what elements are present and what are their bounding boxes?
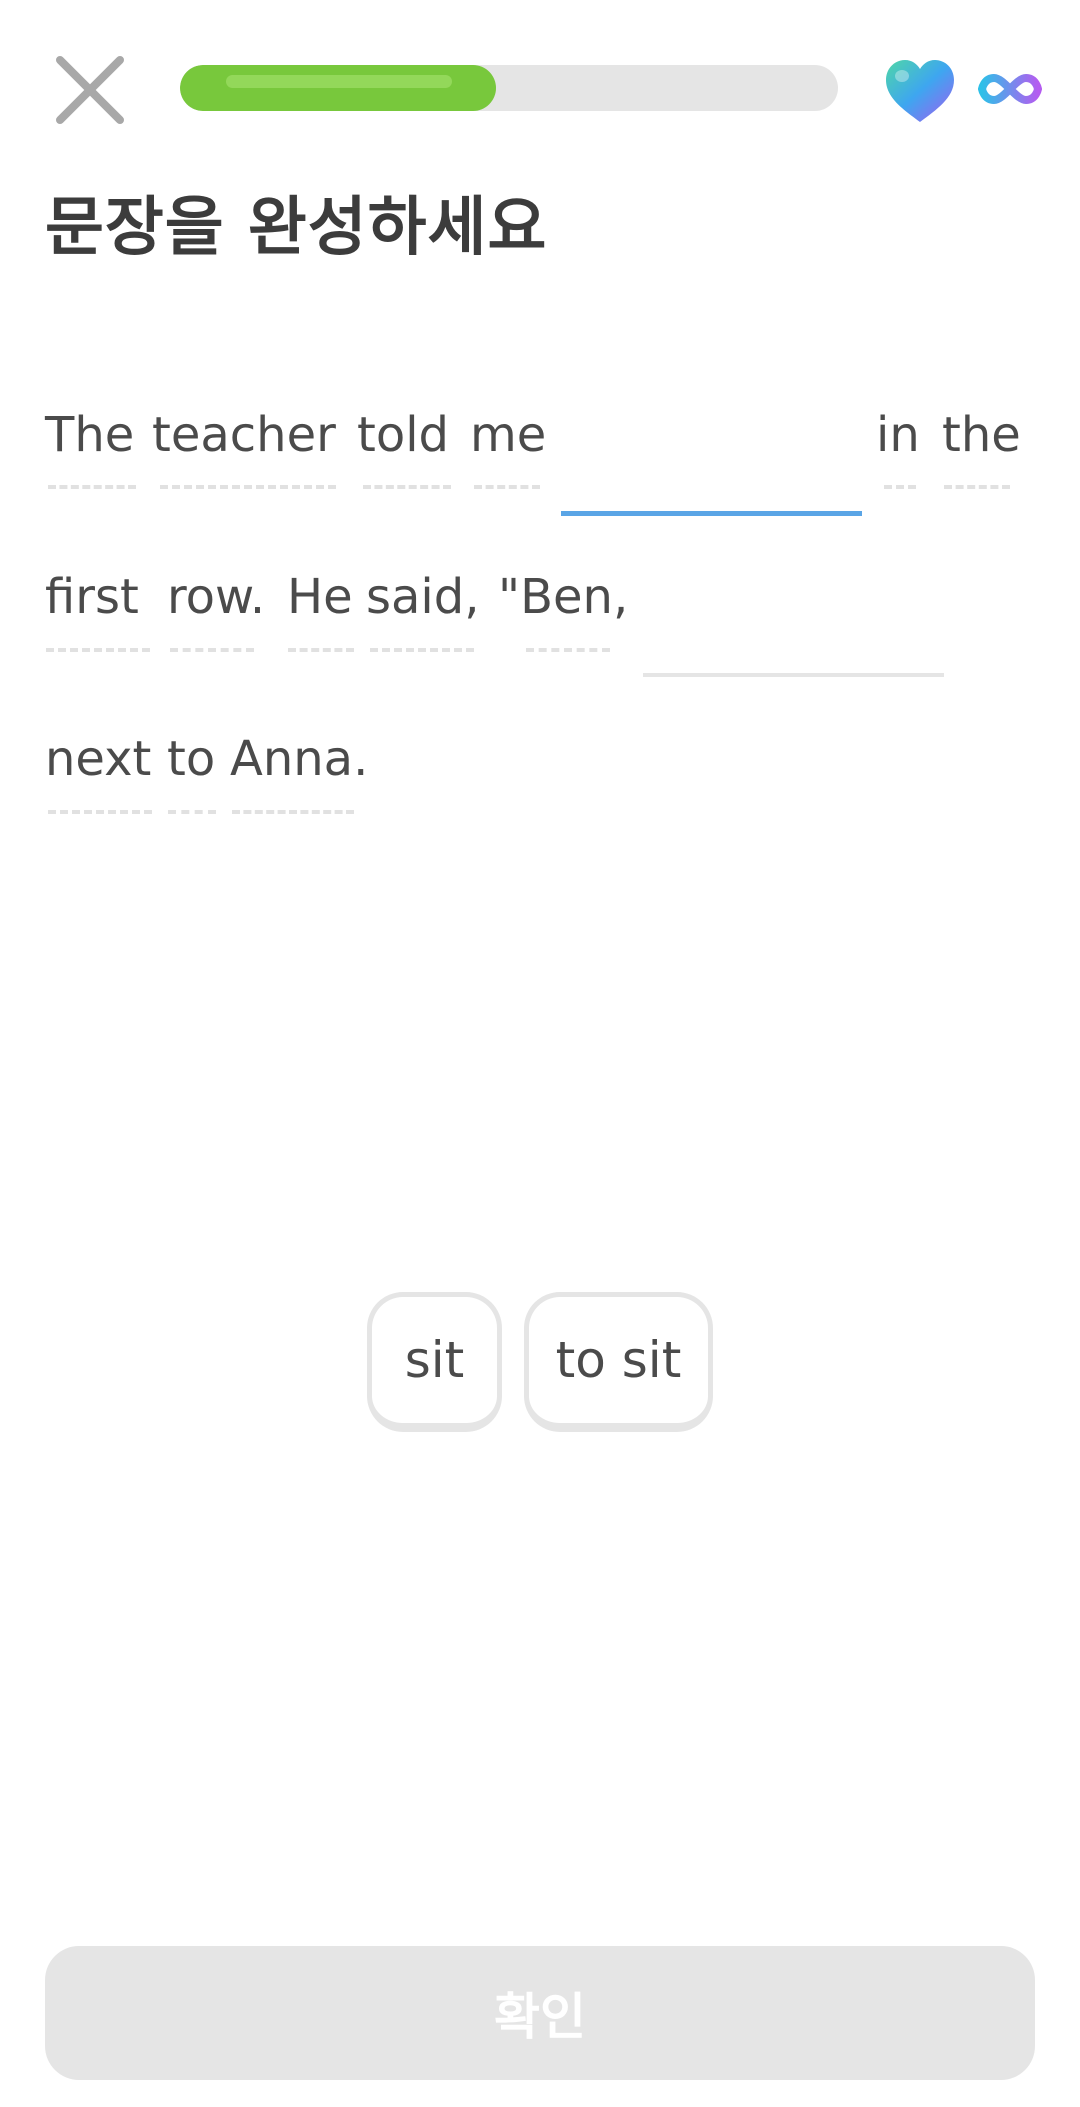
sentence-word[interactable]: me [470, 405, 546, 465]
answer-blank-2[interactable] [643, 673, 944, 677]
sentence-word[interactable]: the [942, 405, 1021, 465]
word-hint-underline [48, 810, 152, 814]
sentence-word[interactable]: The [45, 405, 134, 465]
lesson-progress-shine [226, 75, 452, 88]
word-hint-underline [944, 485, 1010, 489]
word-hint-underline [48, 485, 136, 489]
word-hint-underline [288, 648, 354, 652]
word-hint-underline [170, 648, 254, 652]
sentence-word[interactable]: Anna. [230, 729, 368, 789]
choice-sit[interactable]: sit [367, 1292, 502, 1432]
sentence-word[interactable]: in [876, 405, 920, 465]
sentence-word[interactable]: told [357, 405, 449, 465]
close-icon [56, 56, 124, 124]
answer-blank-1[interactable] [561, 511, 862, 516]
page-title: 문장을 완성하세요 [45, 191, 548, 265]
heart-icon [884, 58, 956, 124]
word-hint-underline [46, 648, 150, 652]
word-hint-underline [526, 648, 610, 652]
sentence-word[interactable]: "Ben, [498, 567, 628, 627]
sentence-word[interactable]: He [287, 567, 353, 627]
lesson-progress-fill [180, 65, 496, 111]
word-hint-underline [884, 485, 916, 489]
sentence-word[interactable]: row. [167, 567, 265, 627]
word-hint-underline [474, 485, 540, 489]
choice-to-sit[interactable]: to sit [524, 1292, 713, 1432]
word-hint-underline [168, 810, 216, 814]
word-hint-underline [363, 485, 451, 489]
infinity-icon [978, 68, 1042, 110]
sentence-word[interactable]: teacher [152, 405, 336, 465]
sentence-word[interactable]: to [167, 729, 215, 789]
sentence-word[interactable]: next [45, 729, 151, 789]
lesson-progress-bar [180, 65, 838, 111]
word-hint-underline [160, 485, 336, 489]
check-button[interactable]: 확인 [45, 1946, 1035, 2080]
word-hint-underline [232, 810, 354, 814]
sentence-word[interactable]: said, [366, 567, 479, 627]
sentence-word[interactable]: first [45, 567, 139, 627]
word-hint-underline [370, 648, 474, 652]
close-button[interactable] [50, 50, 130, 130]
